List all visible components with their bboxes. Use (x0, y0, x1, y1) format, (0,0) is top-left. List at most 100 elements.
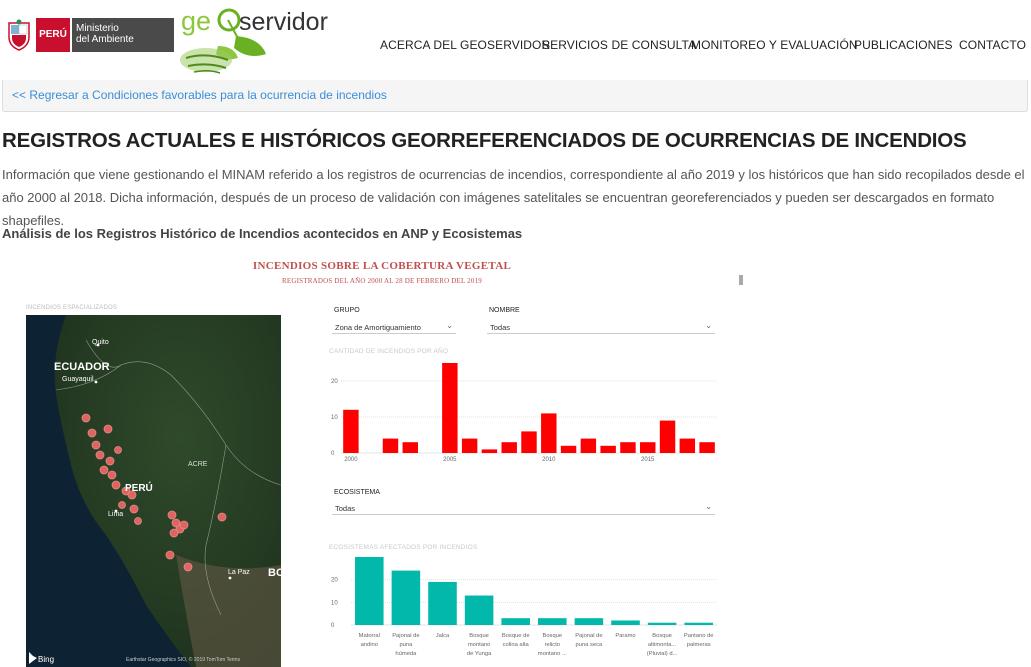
bar-2000[interactable] (343, 409, 359, 453)
site-header: PERÚ Ministerio del Ambiente ge servidor… (0, 0, 1031, 80)
x-tick-label: 2015 (641, 457, 655, 463)
bar-2003[interactable] (402, 442, 418, 453)
nav-contacto[interactable]: CONTACTO (959, 38, 1026, 52)
category-label: puna seca (576, 642, 604, 648)
bar-2017[interactable] (679, 438, 696, 453)
map-label-la-paz: La Paz (228, 569, 250, 576)
yearly-incidents-chart[interactable]: 0 10 20 2000 2005 2010 2015 (329, 358, 719, 468)
category-label: Bosque (542, 633, 562, 639)
bar-2006[interactable] (461, 438, 478, 453)
bing-label: Bing (38, 655, 55, 664)
category-label: altimonta... (648, 642, 677, 648)
bar-2012[interactable] (580, 438, 597, 453)
ecosistema-filter-label: ECOSISTEMA (334, 489, 380, 496)
nombre-filter-value: Todas (490, 323, 511, 332)
bar-2015[interactable] (640, 442, 656, 453)
nav-servicios[interactable]: SERVICIOS DE CONSULTA (542, 38, 696, 52)
powerbi-report[interactable]: INCENDIOS SOBRE LA COBERTURA VEGETAL REG… (24, 255, 746, 667)
map-label: INCENDIOS ESPACIALIZADOS (26, 305, 118, 311)
yearly-chart-title: CANTIDAD DE INCENDIOS POR AÑO (329, 348, 449, 355)
bar-2014[interactable] (620, 442, 636, 453)
page-title: REGISTROS ACTUALES E HISTÓRICOS GEORREFE… (2, 129, 967, 152)
grupo-filter-label: GRUPO (334, 307, 360, 314)
category-label: Jalca (436, 633, 450, 639)
ecosistema-filter-value: Todas (335, 504, 356, 513)
x-tick-label: 2000 (344, 457, 358, 463)
category-label: Paramo (615, 633, 635, 639)
chevron-down-icon: ⌄ (705, 502, 712, 511)
category-label: Pajonal de (392, 633, 419, 639)
category-label: Pajonal de (575, 633, 602, 639)
nav-monitoreo[interactable]: MONITOREO Y EVALUACIÓN (691, 38, 858, 52)
bar-2009[interactable] (521, 431, 537, 453)
y-tick-label: 0 (331, 451, 335, 457)
back-link[interactable]: << Regresar a Condiciones favorables par… (12, 88, 387, 102)
x-tick-label: 2010 (542, 457, 556, 463)
main-nav: ACERCA DEL GEOSERVIDOR SERVICIOS DE CONS… (0, 38, 1031, 54)
bar-2002[interactable] (382, 438, 399, 453)
bar-2011[interactable] (560, 445, 577, 453)
category-label: andino (361, 642, 378, 648)
category-label: relicto (545, 642, 560, 648)
category-label: puna (399, 642, 413, 648)
bar-2018[interactable] (699, 442, 715, 453)
category-label: Pantano de (684, 633, 714, 639)
map-label-ecuador: ECUADOR (54, 361, 110, 373)
ecosystem-bar[interactable] (501, 618, 530, 625)
map-label-guayaquil: Guayaquil (62, 376, 94, 383)
nombre-filter-label: NOMBRE (489, 307, 520, 314)
ecosystem-bar[interactable] (684, 622, 713, 625)
intro-paragraph: Información que viene gestionando el MIN… (2, 167, 1025, 228)
ecosystem-bar[interactable] (647, 622, 677, 625)
category-label: Matorral (359, 633, 380, 639)
map-label-peru: PERÚ (125, 483, 153, 494)
ecosystem-chart-title: ECOSISTEMAS AFECTADOS POR INCENDIOS (329, 544, 478, 551)
ecosystem-bar[interactable] (355, 557, 384, 625)
y-tick-label: 10 (331, 600, 338, 606)
y-tick-label: 20 (331, 578, 338, 584)
map-label-acre: ACRE (188, 461, 208, 468)
grupo-filter-value: Zona de Amortiguamiento (335, 323, 421, 332)
breadcrumb: << Regresar a Condiciones favorables par… (2, 80, 1028, 112)
bar-2007[interactable] (481, 449, 498, 453)
bar-2016[interactable] (659, 420, 676, 453)
ecosystem-bar[interactable] (611, 620, 640, 625)
category-label: húmeda (395, 651, 417, 657)
grupo-filter[interactable]: Zona de Amortiguamiento ⌄ (332, 319, 456, 334)
nombre-filter[interactable]: Todas ⌄ (487, 319, 715, 334)
nav-publicaciones[interactable]: PUBLICACIONES (854, 38, 953, 52)
category-label: palmeras (687, 642, 711, 648)
category-label: de Yunga (467, 651, 492, 657)
ecosystem-chart[interactable]: 0 10 20 Matorral andino Pajonal de puna húmeda J… (329, 553, 719, 665)
report-scrollbar[interactable] (739, 275, 743, 285)
logo-text-servidor: servidor (239, 8, 328, 36)
ecosistema-filter[interactable]: Todas ⌄ (332, 500, 715, 515)
ecosystem-bar[interactable] (574, 618, 604, 625)
bar-2010[interactable] (541, 413, 557, 453)
chevron-down-icon: ⌄ (705, 321, 712, 330)
category-label: montano ... (538, 651, 567, 657)
logo-text-geo: ge (181, 6, 211, 36)
ecosystem-bar[interactable] (538, 618, 567, 625)
category-label: colina alta (503, 642, 530, 648)
ecosystem-bar[interactable] (428, 581, 457, 625)
ecosystem-bar[interactable] (464, 595, 494, 625)
y-tick-label: 10 (331, 415, 338, 421)
ecosystem-bar[interactable] (391, 570, 421, 625)
y-tick-label: 20 (331, 379, 338, 385)
bar-2013[interactable] (600, 445, 616, 453)
category-label: (Pluvial) d... (647, 651, 678, 657)
incident-map[interactable]: Quito ECUADOR Guayaquil PERÚ Lima ACRE L… (26, 315, 281, 667)
ministry-line-1: Ministerio (76, 22, 119, 34)
category-label: montano (468, 642, 491, 648)
y-tick-label: 0 (331, 623, 335, 629)
section-subheading: Análisis de los Registros Histórico de I… (2, 226, 523, 241)
map-attribution[interactable]: Earthstar Geographics SIO, © 2019 TomTom… (126, 657, 240, 663)
nav-acerca[interactable]: ACERCA DEL GEOSERVIDOR (380, 38, 550, 52)
category-label: Bosque de (502, 633, 530, 639)
map-label-lima: Lima (108, 511, 124, 518)
report-title: INCENDIOS SOBRE LA COBERTURA VEGETAL (252, 260, 512, 272)
map-label-quito: Quito (92, 339, 109, 346)
bar-2005[interactable] (442, 363, 458, 453)
bar-2008[interactable] (501, 442, 517, 453)
